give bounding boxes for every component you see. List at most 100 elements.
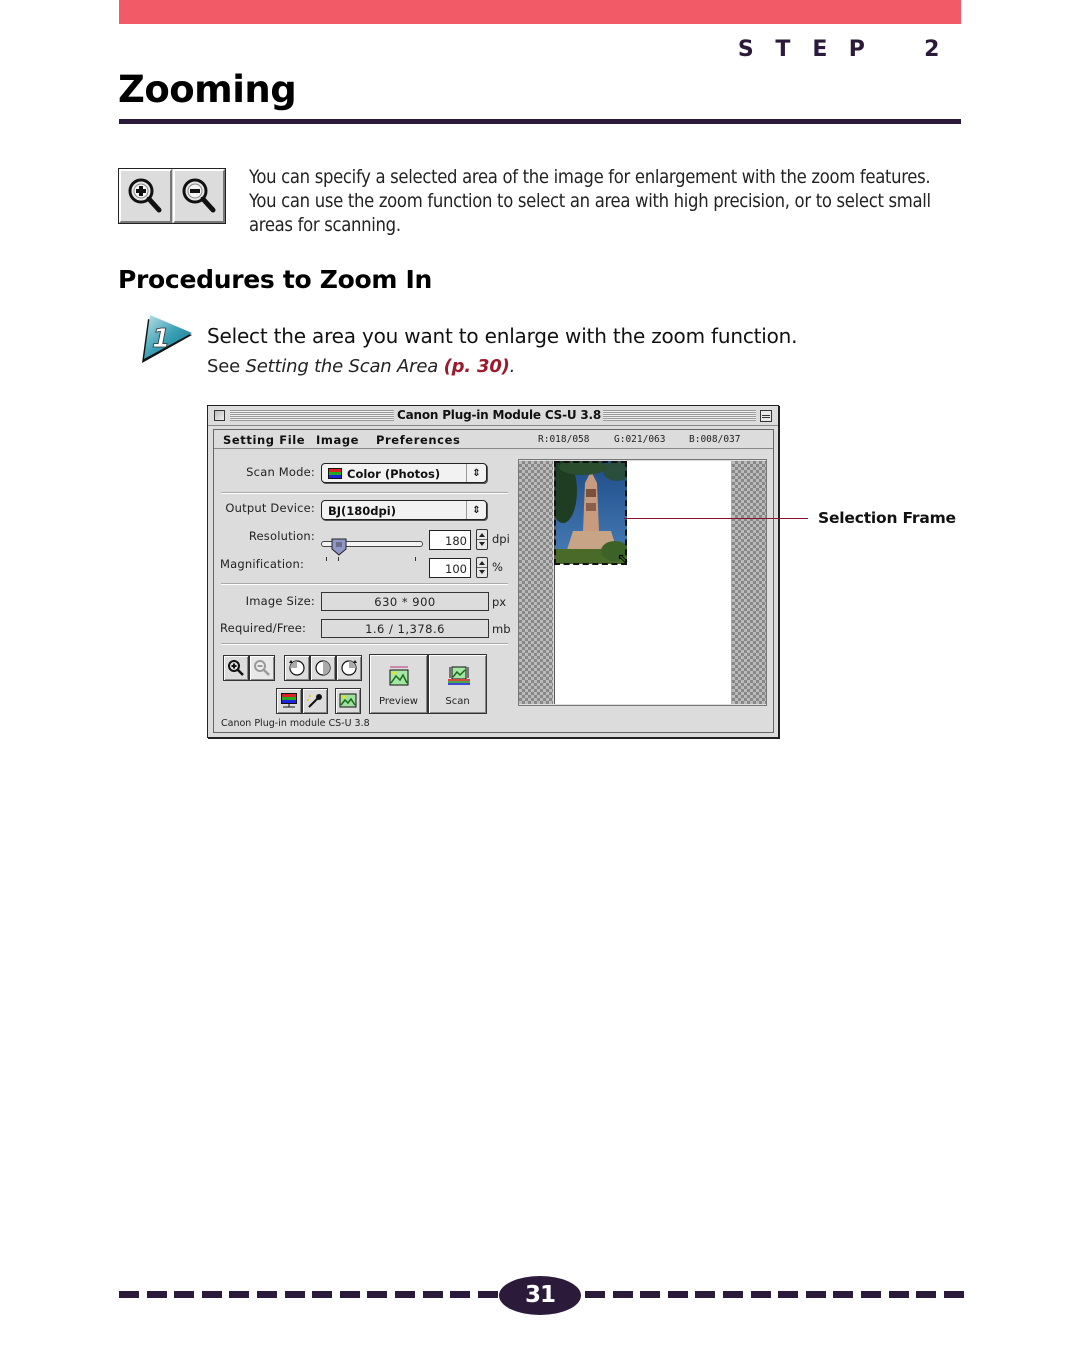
resolution-slider-thumb[interactable] <box>331 538 347 556</box>
footer-dash <box>367 1291 388 1298</box>
step-number-text: 1 <box>152 324 170 354</box>
footer-dash <box>695 1291 716 1298</box>
window-zoom-box-icon[interactable] <box>760 410 772 422</box>
footer-dash-left <box>119 1291 505 1299</box>
scan-icon <box>448 666 470 685</box>
footer-dash <box>284 1291 305 1298</box>
output-device-label: Output Device: <box>225 501 315 515</box>
preview-label: Preview <box>379 696 418 707</box>
zoom-in-button[interactable] <box>223 655 249 681</box>
footer-dash <box>612 1291 633 1298</box>
footer-dash <box>229 1291 250 1298</box>
rgb-readout-red: R:018/058 <box>538 434 590 445</box>
selection-frame[interactable] <box>554 461 627 565</box>
intro-paragraph: You can specify a selected area of the i… <box>249 167 931 236</box>
step-reference: See Setting the Scan Area (p. 30). <box>207 356 515 377</box>
resolution-unit: dpi <box>492 532 510 546</box>
scan-mode-select[interactable]: Color (Photos) ⇕ <box>321 463 487 483</box>
magnification-label: Magnification: <box>220 557 305 571</box>
eyedropper-button[interactable] <box>302 688 328 714</box>
step-label: STEP 2 <box>712 12 950 62</box>
image-icon <box>339 693 357 708</box>
popup-arrows-icon: ⇕ <box>466 501 486 519</box>
footer-dash <box>312 1291 333 1298</box>
resolution-stepper[interactable] <box>476 529 488 550</box>
menu-image[interactable]: Image <box>316 433 359 447</box>
zoom-in-icon <box>228 660 244 676</box>
titlebar-stripes <box>598 410 756 421</box>
rotate-right-button[interactable] <box>336 655 362 681</box>
step-number: 2 <box>924 37 940 62</box>
step-letter: P <box>848 37 865 62</box>
slider-tick <box>415 557 416 561</box>
separator <box>221 643 508 645</box>
resolution-input[interactable]: 180 <box>429 530 471 550</box>
ref-suffix: . <box>509 356 516 377</box>
footer-dash <box>805 1291 826 1298</box>
titlebar-stripes <box>230 410 394 421</box>
close-box-icon[interactable] <box>214 410 225 421</box>
image-adjust-button[interactable] <box>335 688 361 714</box>
output-device-select[interactable]: BJ(180dpi) ⇕ <box>321 500 487 520</box>
slider-tick <box>338 557 339 561</box>
required-free-unit: mb <box>492 622 511 636</box>
image-size-value: 630 * 900 <box>321 592 489 611</box>
footer-dash <box>585 1291 605 1298</box>
step-letter: E <box>812 37 828 62</box>
color-adjust-button[interactable] <box>276 688 302 714</box>
required-free-value: 1.6 / 1,378.6 <box>321 619 489 638</box>
scan-button[interactable]: Scan <box>428 654 487 714</box>
rotate-right-icon <box>341 660 357 676</box>
menu-preferences[interactable]: Preferences <box>376 433 460 447</box>
footer-dash <box>916 1291 937 1298</box>
magnification-stepper[interactable] <box>476 557 488 578</box>
color-mode-icon <box>328 468 342 479</box>
page-reference-link[interactable]: (p. 30) <box>444 356 510 377</box>
menu-bar: Setting File Image Preferences R:018/058… <box>214 430 773 449</box>
canon-plugin-window: Canon Plug-in Module CS-U 3.8 Setting Fi… <box>207 405 779 738</box>
footer-dash <box>750 1291 771 1298</box>
page-number: 31 <box>499 1276 581 1315</box>
preview-area[interactable]: ⇖ <box>518 459 767 706</box>
image-size-unit: px <box>492 595 507 609</box>
ref-title: Setting the Scan Area <box>245 356 439 377</box>
required-free-label: Required/Free: <box>220 621 307 635</box>
magnification-input[interactable]: 100 <box>429 558 471 578</box>
settings-panel: Scan Mode: Color (Photos) ⇕ Output Devic… <box>214 450 514 734</box>
footer-dash <box>860 1291 881 1298</box>
ref-prefix: See <box>207 356 246 377</box>
rotate-left-button[interactable] <box>284 655 310 681</box>
footer-dash <box>833 1291 854 1298</box>
window-content: Setting File Image Preferences R:018/058… <box>213 429 774 733</box>
window-titlebar[interactable]: Canon Plug-in Module CS-U 3.8 <box>208 406 778 426</box>
step-letter: S <box>737 37 754 62</box>
callout-leader-line <box>624 518 808 519</box>
resize-cursor-icon: ⇖ <box>617 551 629 567</box>
checker-margin-left <box>519 461 553 704</box>
footer-dash <box>394 1291 415 1298</box>
preview-button[interactable]: Preview <box>369 654 428 714</box>
rotate-left-icon <box>289 660 305 676</box>
zoom-out-icon <box>172 169 225 223</box>
window-footer-text: Canon Plug-in module CS-U 3.8 <box>221 718 370 729</box>
footer-dash <box>722 1291 743 1298</box>
footer-dash <box>146 1291 167 1298</box>
menu-setting-file[interactable]: Setting File <box>223 433 305 447</box>
title-rule <box>119 119 961 124</box>
zoom-out-button[interactable] <box>249 655 275 681</box>
footer-dash <box>640 1291 661 1298</box>
image-size-label: Image Size: <box>245 594 315 608</box>
zoom-out-icon <box>254 660 270 676</box>
step-instruction: Select the area you want to enlarge with… <box>207 324 798 348</box>
footer-dash <box>943 1291 964 1298</box>
footer-dash <box>256 1291 277 1298</box>
footer-dash-right <box>585 1291 971 1299</box>
footer-dash <box>119 1291 139 1298</box>
footer-dash <box>174 1291 195 1298</box>
section-heading: Procedures to Zoom In <box>118 265 433 294</box>
footer-dash <box>450 1291 471 1298</box>
callout-selection-frame: Selection Frame <box>818 509 956 527</box>
popup-arrows-icon: ⇕ <box>466 464 486 482</box>
separator <box>221 492 508 494</box>
flip-button[interactable] <box>310 655 336 681</box>
